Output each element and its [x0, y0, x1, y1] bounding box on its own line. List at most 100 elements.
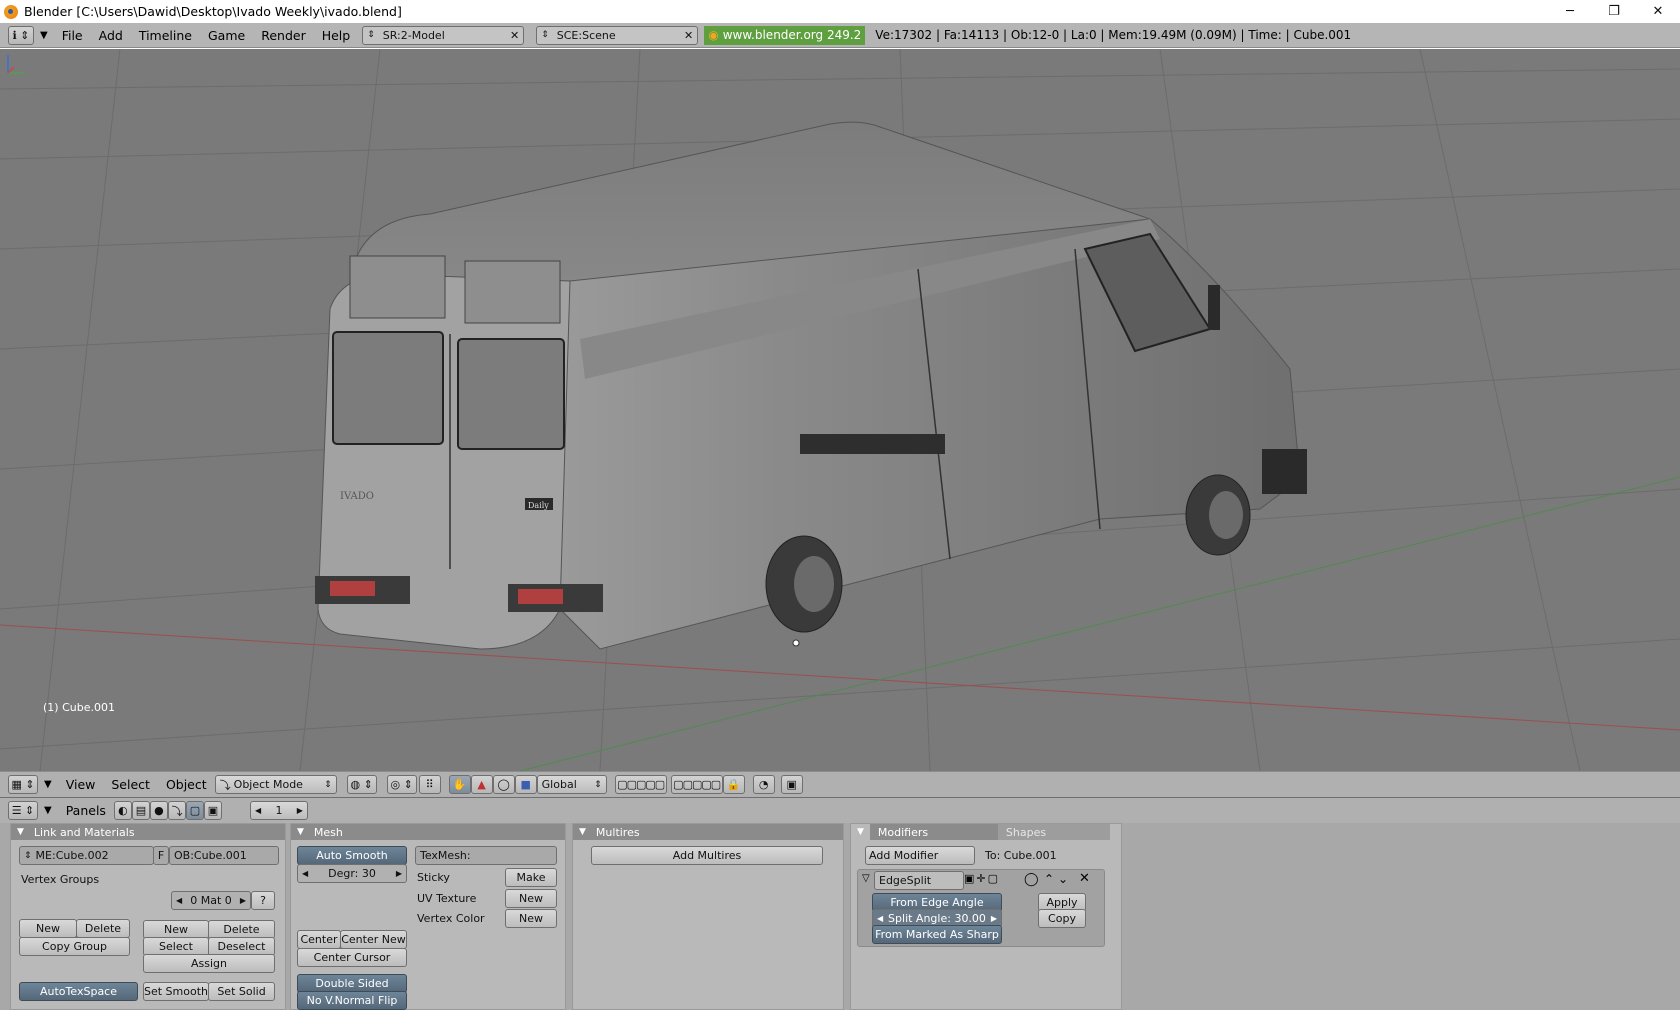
lock-layers-icon[interactable]: 🔒	[722, 775, 745, 794]
minimize-button[interactable]: ─	[1548, 0, 1592, 23]
scale-manipulator-icon[interactable]: ■	[514, 775, 537, 794]
object-name-field[interactable]: OB:Cube.001	[169, 846, 279, 865]
modifier-cage-icon[interactable]: ◯	[1024, 872, 1039, 887]
vertex-group-delete-button[interactable]: Delete	[76, 919, 130, 938]
frame-prev-icon[interactable]: ◀	[255, 806, 261, 815]
collapse-menu-icon[interactable]: ▼	[40, 30, 48, 41]
screen-browse-icon[interactable]: ⇕	[367, 30, 375, 40]
3d-viewport[interactable]: IVADO Daily (1) Cube.001	[0, 49, 1680, 771]
draw-type-selector[interactable]: ◍ ⇕	[346, 775, 377, 794]
object-context-icon[interactable]: ⤵	[167, 801, 186, 820]
center-cursor-button[interactable]: Center Cursor	[297, 948, 407, 967]
script-context-icon[interactable]: ▤	[131, 801, 150, 820]
layer-buttons-left[interactable]: ▢▢▢▢▢	[614, 775, 667, 794]
editing-context-icon[interactable]: ▢	[185, 801, 204, 820]
degr-dec-icon[interactable]: ◀	[302, 869, 308, 878]
center-new-button[interactable]: Center New	[340, 930, 407, 949]
menu-game[interactable]: Game	[200, 28, 253, 43]
orientation-selector[interactable]: Global ⇕	[536, 775, 607, 794]
menu-timeline[interactable]: Timeline	[131, 28, 200, 43]
panels-menu[interactable]: Panels	[58, 803, 114, 818]
frame-number-field[interactable]: ◀ 1 ▶	[249, 801, 308, 820]
no-vnormal-flip-toggle[interactable]: No V.Normal Flip	[297, 991, 407, 1010]
add-modifier-button[interactable]: Add Modifier	[865, 846, 975, 865]
uv-texture-new-button[interactable]: New	[505, 889, 557, 908]
opengl-render-icon[interactable]: ◔	[752, 775, 775, 794]
panel-collapse-icon[interactable]: ▼	[17, 827, 24, 837]
menu-add[interactable]: Add	[91, 28, 131, 43]
close-window-button[interactable]: ✕	[1636, 0, 1680, 23]
frame-next-icon[interactable]: ▶	[297, 806, 303, 815]
mesh-name-field[interactable]: ⇕ ME:Cube.002	[19, 846, 154, 865]
modifier-name-field[interactable]: EdgeSplit	[874, 871, 964, 890]
autotexspace-toggle[interactable]: AutoTexSpace	[19, 982, 138, 1001]
modifier-visibility-icons[interactable]: ▣✛▢	[964, 872, 1012, 889]
mat-next-icon[interactable]: ▶	[240, 896, 246, 905]
mesh-header[interactable]: ▼ Mesh	[291, 824, 565, 840]
blender-website-badge[interactable]: ◉ www.blender.org 249.2	[704, 25, 866, 45]
copy-group-button[interactable]: Copy Group	[19, 937, 130, 956]
material-index-field[interactable]: ◀ 0 Mat 0 ▶	[171, 891, 251, 910]
texmesh-field[interactable]: TexMesh:	[415, 846, 557, 865]
modifier-move-down-icon[interactable]: ⌄	[1058, 872, 1068, 886]
screen-delete-icon[interactable]: ✕	[510, 29, 519, 42]
pivot-selector[interactable]: ◎ ⇕	[386, 775, 417, 794]
menu-help[interactable]: Help	[314, 28, 359, 43]
tab-modifiers[interactable]: Modifiers	[869, 824, 998, 840]
mode-selector[interactable]: ⤵ Object Mode ⇕	[214, 775, 337, 794]
scene-browse-icon[interactable]: ⇕	[541, 30, 549, 40]
mat-prev-icon[interactable]: ◀	[176, 896, 182, 905]
panel-collapse-icon[interactable]: ▼	[857, 827, 864, 837]
shading-context-icon[interactable]: ●	[149, 801, 168, 820]
scene-delete-icon[interactable]: ✕	[684, 29, 693, 42]
fake-user-button[interactable]: F	[153, 846, 169, 865]
material-assign-button[interactable]: Assign	[143, 954, 275, 973]
info-window-type-icon[interactable]: ℹ ⇕	[8, 25, 34, 45]
buttons-window-type-icon[interactable]: ☰ ⇕	[8, 801, 38, 820]
menu-object[interactable]: Object	[158, 777, 215, 792]
tab-shapes[interactable]: Shapes	[997, 824, 1110, 840]
degree-field[interactable]: ◀ Degr: 30 ▶	[297, 864, 407, 883]
menu-file[interactable]: File	[54, 28, 91, 43]
translate-manipulator-icon[interactable]: ▲	[470, 775, 493, 794]
render-preview-icon[interactable]: ▣	[780, 775, 803, 794]
layer-buttons-right[interactable]: ▢▢▢▢▢	[670, 775, 723, 794]
rotate-manipulator-icon[interactable]: ◯	[492, 775, 515, 794]
vertex-color-label: Vertex Color	[417, 912, 485, 925]
degr-inc-icon[interactable]: ▶	[396, 869, 402, 878]
maximize-button[interactable]: ❐	[1592, 0, 1636, 23]
link-materials-header[interactable]: ▼ Link and Materials	[11, 824, 285, 840]
vertex-group-new-button[interactable]: New	[19, 919, 77, 938]
hand-manipulator-icon[interactable]: ✋	[448, 775, 471, 794]
set-smooth-button[interactable]: Set Smooth	[143, 982, 209, 1001]
logic-context-icon[interactable]: ◐	[113, 801, 132, 820]
scene-context-icon[interactable]: ▣	[203, 801, 222, 820]
screen-selector[interactable]: ⇕ SR:2-Model ✕	[362, 25, 525, 45]
3d-window-type-icon[interactable]: ▦ ⇕	[8, 775, 38, 794]
auto-smooth-toggle[interactable]: Auto Smooth	[297, 846, 407, 865]
multires-header[interactable]: ▼ Multires	[573, 824, 843, 840]
center-button[interactable]: Center	[297, 930, 341, 949]
manipulator-toggle[interactable]: ⠿	[418, 775, 441, 794]
menu-select[interactable]: Select	[103, 777, 158, 792]
add-multires-button[interactable]: Add Multires	[591, 846, 823, 865]
modifier-expand-icon[interactable]: ▽	[862, 873, 870, 884]
mesh-browse-icon[interactable]: ⇕	[24, 851, 32, 861]
sticky-make-button[interactable]: Make	[505, 868, 557, 887]
scene-selector[interactable]: ⇕ SCE:Scene ✕	[536, 25, 699, 45]
collapse-menu-icon-btn[interactable]: ▼	[44, 805, 52, 816]
modifier-copy-button[interactable]: Copy	[1038, 909, 1086, 928]
collapse-menu-icon-3d[interactable]: ▼	[44, 779, 52, 790]
panel-collapse-icon[interactable]: ▼	[579, 827, 586, 837]
split-angle-dec-icon[interactable]: ◀	[877, 914, 883, 923]
from-marked-sharp-toggle[interactable]: From Marked As Sharp	[872, 925, 1002, 944]
menu-view[interactable]: View	[58, 777, 104, 792]
split-angle-inc-icon[interactable]: ▶	[991, 914, 997, 923]
menu-render[interactable]: Render	[253, 28, 314, 43]
set-solid-button[interactable]: Set Solid	[208, 982, 275, 1001]
modifier-delete-icon[interactable]: ✕	[1079, 871, 1090, 886]
vertex-color-new-button[interactable]: New	[505, 909, 557, 928]
material-help-button[interactable]: ?	[251, 891, 275, 910]
modifier-move-up-icon[interactable]: ⌃	[1044, 872, 1054, 886]
panel-collapse-icon[interactable]: ▼	[297, 827, 304, 837]
